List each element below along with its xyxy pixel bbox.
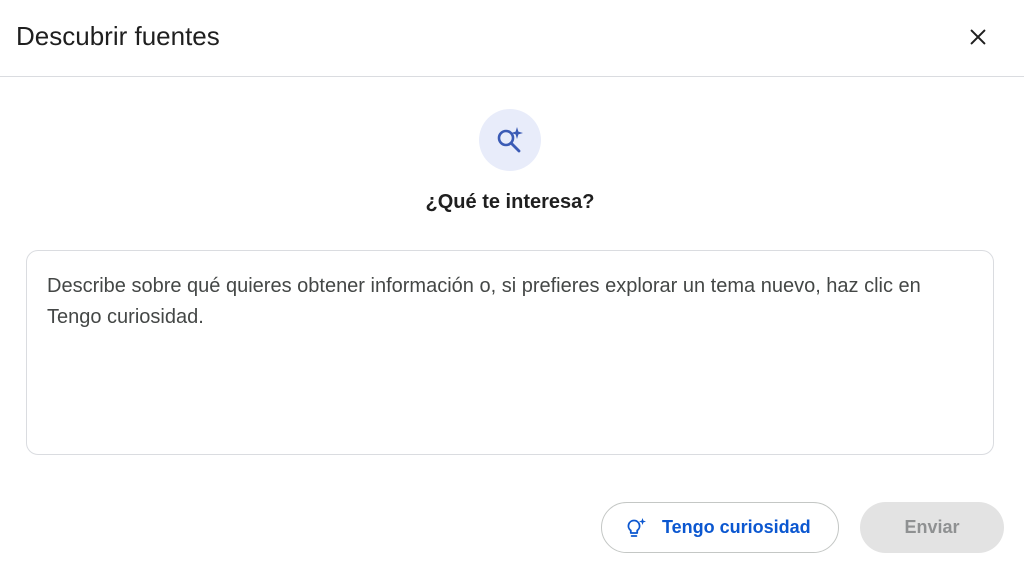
curious-button-label: Tengo curiosidad	[662, 517, 811, 537]
topic-input[interactable]	[26, 250, 994, 455]
question-heading: ¿Qué te interesa?	[425, 191, 595, 213]
hero-icon-circle	[479, 109, 541, 171]
search-sparkle-icon	[497, 127, 523, 153]
lightbulb-sparkle-icon	[624, 516, 648, 540]
close-button[interactable]	[958, 17, 998, 57]
discover-sources-dialog: Descubrir fuentes ¿Qué te interesa? Teng…	[0, 0, 1024, 575]
dialog-title: Descubrir fuentes	[16, 21, 220, 51]
send-button[interactable]: Enviar	[860, 502, 1004, 553]
curious-button[interactable]: Tengo curiosidad	[601, 502, 839, 553]
dialog-header: Descubrir fuentes	[0, 0, 1024, 77]
close-icon	[970, 29, 986, 45]
